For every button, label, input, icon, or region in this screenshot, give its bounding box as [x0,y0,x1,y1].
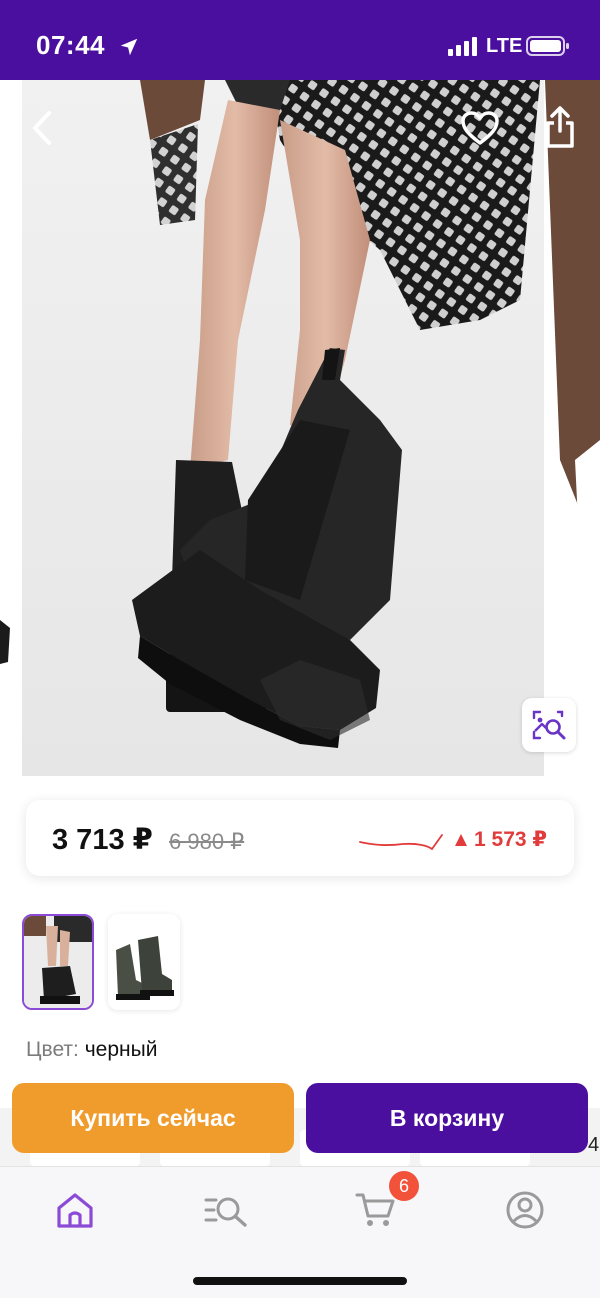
current-price: 3 713 ₽ [52,824,153,856]
signal-icon [448,37,477,56]
status-bar: 07:44 LTE [0,0,600,80]
visual-search-button[interactable] [522,698,576,752]
favorite-button[interactable] [456,104,504,152]
price-card[interactable]: 3 713 ₽ 6 980 ₽ 1 573 ₽ [26,800,574,876]
buy-now-button[interactable]: Купить сейчас [12,1083,294,1153]
visual-search-icon [532,710,566,740]
tab-home[interactable] [45,1185,105,1235]
product-image[interactable] [0,80,600,776]
thumbnail-1-photo [24,916,92,1008]
back-button[interactable] [20,106,64,150]
add-to-cart-button[interactable]: В корзину [306,1083,588,1153]
partial-size-label: 4 [588,1134,600,1156]
network-label: LTE [486,35,523,57]
old-price: 6 980 ₽ [169,829,245,854]
tab-catalog[interactable] [196,1185,256,1235]
cart-badge: 6 [389,1171,419,1201]
share-icon [546,106,574,148]
price-history-sparkline [359,834,443,851]
tab-profile[interactable] [495,1185,555,1235]
color-info: Цвет: черный [26,1038,157,1062]
cart-icon [355,1193,395,1226]
thumbnail-2[interactable] [108,914,180,1010]
up-arrow-icon [455,833,467,846]
share-button[interactable] [536,102,584,152]
thumbnail-2-photo [108,914,180,1010]
profile-icon [506,1191,544,1229]
home-indicator [193,1277,407,1285]
price-change-value: 1 573 ₽ [474,828,547,851]
color-value: черный [84,1038,158,1061]
color-label: Цвет: [26,1038,79,1061]
location-arrow-icon [120,38,138,56]
heart-icon [461,111,499,145]
catalog-search-icon [204,1197,247,1227]
product-photo [0,80,600,776]
home-icon [57,1193,93,1228]
battery-icon [526,36,569,56]
status-time: 07:44 [36,30,105,60]
thumbnail-1[interactable] [22,914,94,1010]
back-chevron-icon [33,111,51,145]
price-change: 1 573 ₽ [454,827,547,852]
